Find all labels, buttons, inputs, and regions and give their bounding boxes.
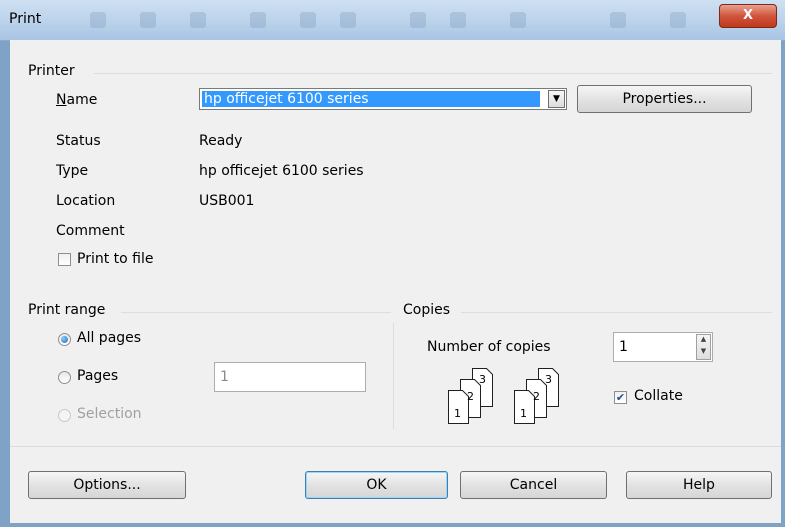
help-button-label: Help	[683, 477, 715, 493]
collate-pages-icon-1: 3 2 1	[448, 368, 493, 424]
print-to-file-text: Print to file	[77, 251, 154, 267]
printer-name-select[interactable]: hp officejet 6100 series ▼	[199, 88, 567, 110]
copies-spinbox[interactable]: 1 ▲ ▼	[613, 332, 713, 362]
close-icon: X	[742, 8, 754, 23]
page-2-label: 2	[467, 390, 474, 403]
all-pages-label[interactable]: All pages	[77, 330, 141, 346]
properties-button[interactable]: Properties...	[577, 85, 752, 113]
spin-buttons[interactable]: ▲ ▼	[696, 334, 711, 360]
copies-divider	[461, 312, 772, 313]
page-3-label: 3	[545, 373, 552, 386]
printer-group-divider	[94, 73, 772, 74]
comment-label: Comment	[56, 223, 125, 239]
chevron-down-icon[interactable]: ▼	[548, 90, 565, 108]
printer-name-value: hp officejet 6100 series	[202, 91, 540, 107]
copies-value: 1	[619, 339, 628, 355]
number-of-copies-label: Number of copies	[427, 339, 551, 355]
ok-button-label: OK	[366, 477, 387, 493]
type-label: Type	[56, 163, 89, 179]
cancel-button[interactable]: Cancel	[460, 471, 607, 499]
close-button[interactable]: X	[719, 4, 777, 28]
collate-checkbox[interactable]: ✔	[614, 391, 627, 404]
cancel-button-label: Cancel	[509, 477, 558, 493]
copies-separator	[393, 323, 394, 429]
page-1-label: 1	[520, 407, 527, 420]
page-1-label: 1	[454, 407, 461, 420]
selection-radio[interactable]	[58, 409, 71, 422]
selection-label[interactable]: Selection	[77, 406, 142, 422]
name-label-rest: ame	[66, 92, 98, 108]
spin-down-icon[interactable]: ▼	[697, 347, 710, 359]
all-pages-radio[interactable]	[58, 333, 71, 346]
printer-group-label: Printer	[28, 63, 75, 79]
title-bar[interactable]: Print X	[0, 0, 785, 41]
collate-pages-icon-2: 3 2 1	[514, 368, 559, 424]
page-3-label: 3	[479, 373, 486, 386]
spin-up-icon[interactable]: ▲	[697, 335, 710, 347]
status-value: Ready	[199, 133, 243, 149]
properties-button-label: Properties...	[622, 91, 707, 107]
options-button[interactable]: Options...	[28, 471, 186, 499]
ok-button[interactable]: OK	[305, 471, 448, 499]
print-to-file-label[interactable]: Print to file	[77, 251, 153, 267]
pages-radio[interactable]	[58, 371, 71, 384]
location-label: Location	[56, 193, 116, 209]
help-button[interactable]: Help	[626, 471, 772, 499]
options-button-label: Options...	[73, 477, 141, 493]
print-to-file-checkbox[interactable]	[58, 253, 71, 266]
name-label: Name	[56, 92, 98, 108]
copies-group-label: Copies	[403, 302, 451, 318]
print-range-group-label: Print range	[28, 302, 106, 318]
background-toolbar	[90, 8, 710, 32]
collate-label[interactable]: Collate	[634, 388, 683, 404]
status-label: Status	[56, 133, 101, 149]
pages-label[interactable]: Pages	[77, 368, 118, 384]
page-2-label: 2	[533, 390, 540, 403]
type-value: hp officejet 6100 series	[199, 163, 364, 179]
window-title: Print	[9, 11, 42, 27]
dialog-body: Printer Name hp officejet 6100 series ▼ …	[10, 40, 781, 523]
pages-input[interactable]: 1	[214, 362, 366, 392]
print-range-divider	[121, 312, 391, 313]
button-row-divider	[10, 446, 781, 447]
location-value: USB001	[199, 193, 255, 209]
